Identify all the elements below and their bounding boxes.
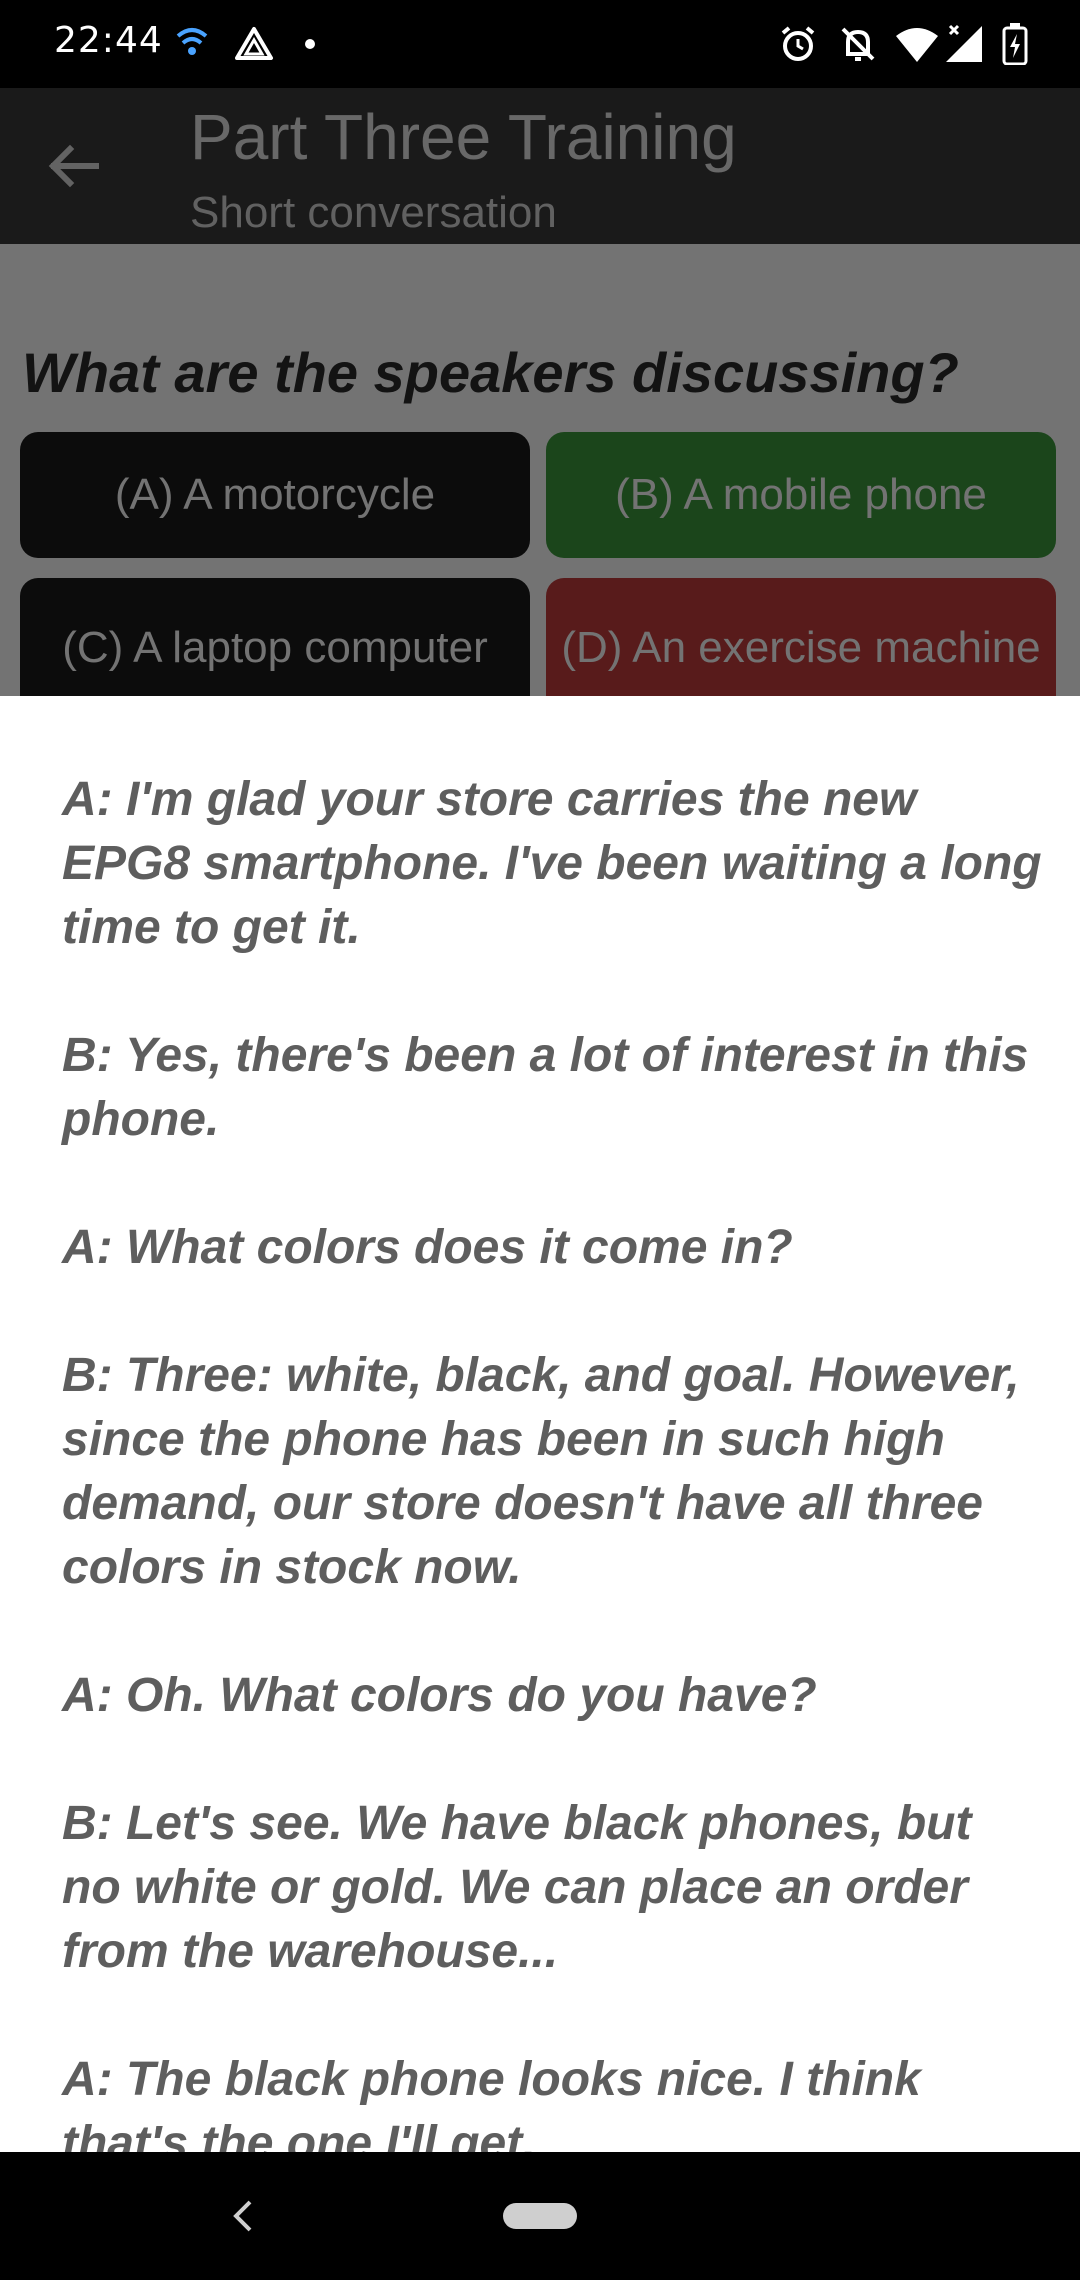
- transcript-line: A: What colors does it come in?: [62, 1221, 793, 1274]
- cell-signal-icon: [942, 22, 986, 66]
- transcript-line: B: Three: white, black, and goal. Howeve…: [62, 1349, 1020, 1594]
- status-time: 22:44: [54, 20, 163, 61]
- nav-home-pill-icon[interactable]: [503, 2203, 577, 2229]
- page-title: Part Three Training: [190, 101, 737, 173]
- option-b-button[interactable]: (B) A mobile phone: [546, 432, 1056, 558]
- battery-charging-icon: [998, 22, 1032, 66]
- dot-icon: [300, 22, 320, 66]
- transcript-line: A: I'm glad your store carries the new E…: [62, 773, 1042, 954]
- page-subtitle: Short conversation: [190, 188, 557, 237]
- question-text: What are the speakers discussing?: [22, 341, 959, 404]
- alarm-icon: [776, 22, 820, 66]
- transcript-line: B: Yes, there's been a lot of interest i…: [62, 1029, 1029, 1146]
- quiz-content: What are the speakers discussing? (A) A …: [0, 244, 1080, 718]
- wifi-icon: [892, 22, 942, 66]
- wifi-signal-icon: [172, 22, 212, 66]
- app-bar: Part Three Training Short conversation: [0, 88, 1080, 244]
- option-a-button[interactable]: (A) A motorcycle: [20, 432, 530, 558]
- navigation-bar: [0, 2152, 1080, 2280]
- arrow-back-icon[interactable]: [42, 134, 106, 198]
- transcript-sheet[interactable]: A: I'm glad your store carries the new E…: [0, 696, 1080, 2152]
- status-bar: 22:44: [0, 0, 1080, 88]
- transcript-line: A: Oh. What colors do you have?: [62, 1669, 817, 1722]
- transcript-text: A: I'm glad your store carries the new E…: [62, 768, 1042, 2152]
- transcript-line: A: The black phone looks nice. I think t…: [62, 2053, 921, 2152]
- nav-back-icon[interactable]: [222, 2192, 262, 2240]
- drive-icon: [232, 22, 276, 66]
- transcript-line: B: Let's see. We have black phones, but …: [62, 1797, 972, 1978]
- notifications-off-icon: [836, 22, 880, 66]
